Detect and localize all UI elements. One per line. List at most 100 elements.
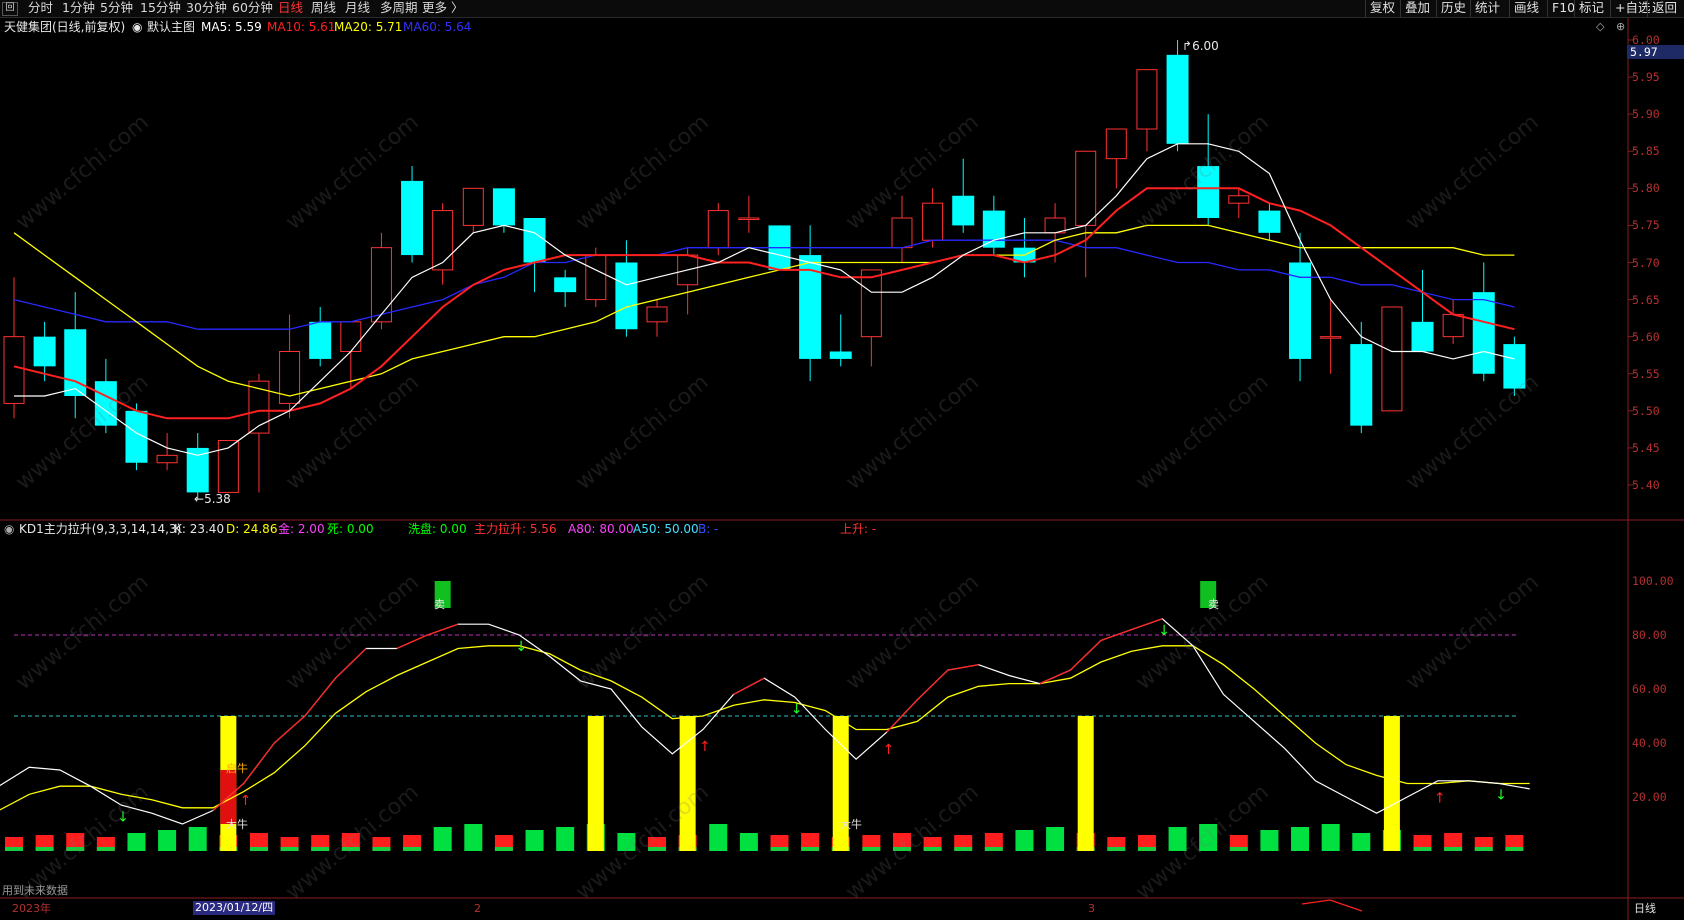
main-rise-bar	[1077, 716, 1094, 851]
kd-bar	[127, 833, 146, 851]
kd-bar-base	[862, 847, 881, 851]
down-arrow-icon: ↓	[1495, 788, 1507, 804]
candle-body-up	[922, 202, 944, 241]
kd-tick: 20.00	[1632, 790, 1667, 804]
toolbar-button[interactable]: 历史	[1436, 0, 1470, 17]
bull-marker-2: 大牛	[840, 818, 862, 831]
period-tab[interactable]: 日线	[278, 0, 303, 17]
a50-value: A50: 50.00	[633, 522, 699, 536]
toolbar-button[interactable]: 统计	[1470, 0, 1504, 17]
kd-bar-base	[954, 847, 973, 851]
period-tab[interactable]: 60分钟	[232, 0, 273, 17]
wash-value: 洗盘: 0.00	[408, 522, 467, 536]
kd-bar-base	[280, 847, 299, 851]
kd-bar-base	[494, 847, 513, 851]
k-rise-segment	[273, 715, 306, 744]
period-tab[interactable]: 周线	[311, 0, 336, 17]
kd-bar-base	[1413, 847, 1432, 851]
candle-body-up	[1105, 128, 1127, 160]
candle-body-up	[462, 187, 484, 226]
price-tick: 5.45	[1632, 440, 1660, 455]
a80-value: A80: 80.00	[568, 522, 634, 536]
toolbar-button[interactable]: 叠加	[1400, 0, 1434, 17]
period-tab[interactable]: 多周期	[380, 0, 418, 17]
price-tick: 5.60	[1632, 329, 1660, 344]
chart-settings-icon[interactable]: ◉	[132, 20, 142, 34]
kd-bar-base	[1107, 847, 1126, 851]
price-tick: 5.95	[1632, 70, 1660, 85]
up-arrow-icon: ↑	[240, 793, 252, 809]
toolbar-button[interactable]: 标记	[1574, 0, 1608, 17]
candle-body-up	[1228, 195, 1250, 204]
period-tab[interactable]: 分时	[28, 0, 53, 17]
toolbar-button[interactable]: 返回	[1647, 0, 1681, 17]
up-arrow-icon: ↑	[883, 742, 895, 758]
k-rise-segment	[1039, 669, 1071, 685]
d-value: D: 24.86	[226, 522, 278, 536]
high-marker: ↱6.00	[1182, 39, 1219, 53]
period-button-bottom[interactable]: 日线	[1634, 902, 1656, 916]
kd-bar	[1321, 824, 1340, 851]
ma20-label: MA20: 5.71	[334, 20, 403, 34]
candle-body-down	[401, 180, 424, 256]
k-value: K: 23.40	[174, 522, 225, 536]
candle-body-up	[860, 269, 882, 338]
kd-tick: 40.00	[1632, 736, 1667, 750]
kd-bar-base	[35, 847, 54, 851]
indicator-settings-icon[interactable]: ◉	[4, 522, 14, 536]
candle-body-down	[1411, 321, 1434, 352]
price-tick: 6.00	[1632, 33, 1660, 47]
candle-body-up	[370, 247, 392, 323]
diamond-icon[interactable]: ◇	[1596, 20, 1604, 34]
window-icon[interactable]: 回	[2, 2, 18, 16]
period-tab[interactable]: 15分钟	[140, 0, 181, 17]
candle-body-up	[646, 306, 668, 323]
gold-value: 金: 2.00	[278, 522, 325, 536]
toolbar-button[interactable]: 画线	[1509, 0, 1543, 17]
year-label: 2023年	[12, 902, 51, 915]
kd-tick: 100.00	[1632, 574, 1674, 588]
k-rise-segment	[243, 742, 275, 784]
kd-bar	[1015, 830, 1034, 851]
kd-bar	[1046, 827, 1065, 851]
indicator-name[interactable]: KD1主力拉升(9,3,3,14,14,3)	[19, 522, 181, 536]
candle-body-down	[952, 195, 975, 226]
period-tab[interactable]: 月线	[345, 0, 370, 17]
period-tab[interactable]: 更多 〉	[422, 0, 463, 17]
main-rise-bar	[1383, 716, 1400, 851]
period-tab[interactable]: 30分钟	[186, 0, 227, 17]
candle-body-up	[3, 336, 25, 404]
candle-body-up	[1381, 306, 1403, 412]
kd-bar	[1291, 827, 1310, 851]
main-rise-value: 主力拉升: 5.56	[474, 522, 557, 536]
kd-bar-base	[249, 847, 268, 851]
main-rise-bar	[587, 716, 604, 851]
candle-body-up	[340, 321, 362, 353]
kd-bar	[188, 827, 207, 851]
chart-label[interactable]: 默认主图	[147, 20, 195, 34]
period-tab[interactable]: 1分钟	[62, 0, 95, 17]
candle-body-up	[738, 217, 760, 220]
sell-marker-1: 卖	[434, 598, 445, 611]
down-arrow-icon: ↓	[791, 701, 803, 717]
kd-bar-base	[372, 847, 391, 851]
down-arrow-icon: ↓	[1158, 623, 1170, 639]
month-3-label: 3	[1088, 902, 1095, 915]
up-arrow-icon: ↑	[699, 739, 711, 755]
kd-bar-base	[1444, 847, 1463, 851]
candle-body-down	[309, 321, 332, 359]
target-icon[interactable]: ⊕	[1616, 20, 1625, 34]
kd-bar-base	[984, 847, 1003, 851]
start-bull-marker: 启牛	[226, 762, 248, 775]
candle-body-up	[1075, 150, 1097, 226]
low-marker: ←5.38	[194, 492, 231, 506]
price-tick: 5.85	[1632, 144, 1660, 159]
month-2-label: 2	[474, 902, 481, 915]
price-tick: 5.55	[1632, 366, 1660, 381]
candle-body-up	[891, 217, 913, 249]
candle-body-up	[156, 454, 178, 464]
period-tab[interactable]: 5分钟	[100, 0, 133, 17]
candle-body-up	[1442, 313, 1464, 338]
toolbar-button[interactable]: 复权	[1365, 0, 1399, 17]
b-value: B: -	[698, 522, 719, 536]
